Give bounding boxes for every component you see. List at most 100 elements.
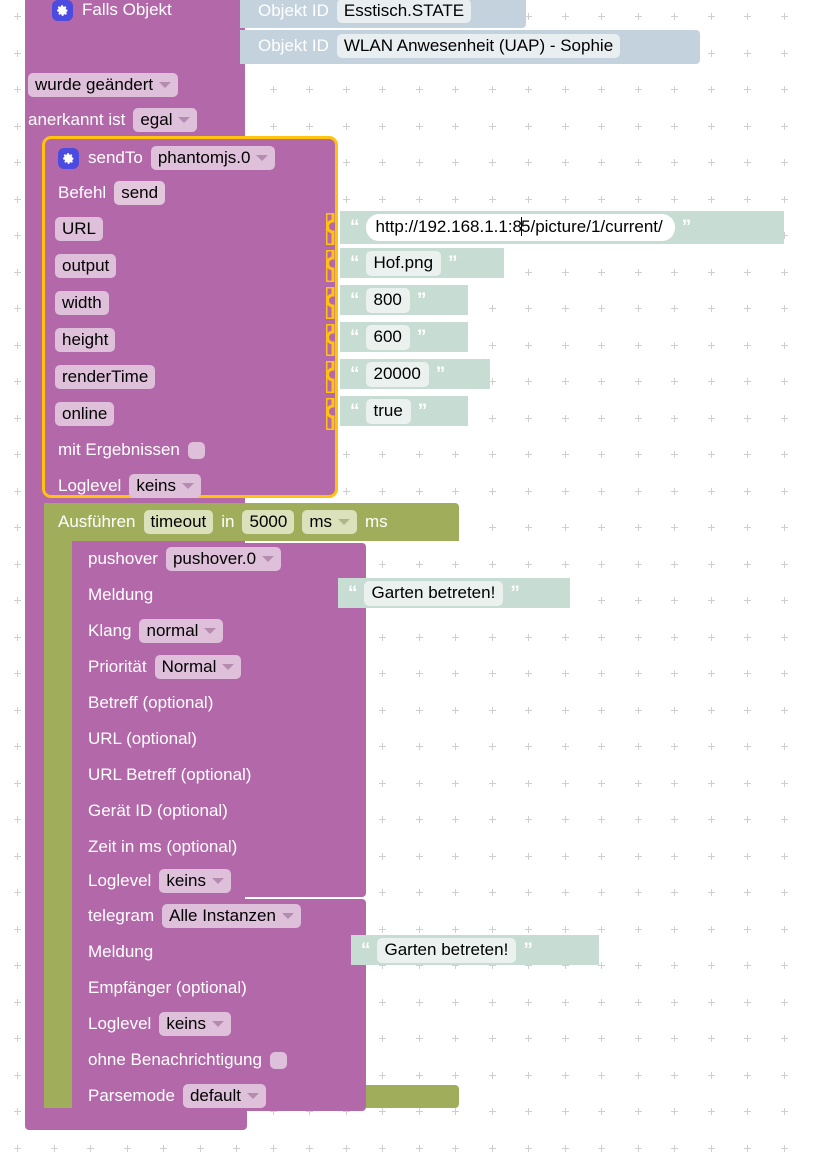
sendto-field-online: online: [55, 401, 115, 427]
string-value-rendertime[interactable]: 20000: [365, 361, 429, 387]
sendto-instance-dropdown[interactable]: phantomjs.0: [150, 146, 276, 170]
pushover-loglevel-label: Loglevel: [88, 871, 152, 890]
pushover-optional-label-3: Gerät ID (optional): [88, 801, 228, 820]
pushover-loglevel-value: keins: [166, 871, 207, 890]
pushover-header[interactable]: pushover pushover.0: [88, 546, 282, 572]
telegram-instance-dropdown[interactable]: Alle Instanzen: [162, 904, 301, 928]
string-block-online[interactable]: “ true ”: [340, 396, 468, 426]
string-value-output[interactable]: Hof.png: [365, 250, 442, 276]
string-block-output[interactable]: “ Hof.png ”: [340, 248, 504, 278]
sendto-socket-width[interactable]: [326, 287, 338, 319]
sendto-socket-url[interactable]: [326, 213, 338, 245]
sendto-field-output: output: [55, 253, 117, 279]
ack-dropdown[interactable]: egal: [133, 108, 198, 132]
chevron-down-icon: [178, 116, 191, 123]
sendto-with-results-label: mit Ergebnissen: [58, 440, 180, 459]
string-block-pushover-message[interactable]: “ Garten betreten! ”: [338, 578, 570, 608]
telegram-header[interactable]: telegram Alle Instanzen: [88, 903, 301, 929]
telegram-silent-checkbox[interactable]: [269, 1051, 287, 1069]
trigger-dropdown[interactable]: wurde geändert: [28, 73, 179, 97]
pushover-socket-1[interactable]: [327, 724, 339, 754]
object-id-value-1[interactable]: Esstisch.STATE: [336, 0, 472, 23]
telegram-parsemode-row[interactable]: Parsemode default: [88, 1083, 266, 1109]
pushover-priority-row[interactable]: Priorität Normal: [88, 654, 242, 680]
string-value-pushover-message[interactable]: Garten betreten!: [363, 580, 504, 606]
pushover-optional-row-0: Betreff (optional): [88, 690, 213, 716]
pushover-optional-row-4: Zeit in ms (optional): [88, 834, 237, 860]
quote-open-icon: “: [350, 289, 359, 311]
timeout-unit-dropdown[interactable]: ms: [302, 510, 357, 534]
sendto-socket-height[interactable]: [326, 324, 338, 356]
sendto-socket-online[interactable]: [326, 398, 338, 430]
object-id-value-2[interactable]: WLAN Anwesenheit (UAP) - Sophie: [336, 34, 621, 58]
quote-open-icon: “: [348, 582, 357, 604]
telegram-message-row: Meldung: [88, 939, 153, 965]
pushover-sound-value: normal: [146, 621, 199, 640]
quote-close-icon: ”: [523, 939, 532, 961]
pushover-optional-label-4: Zeit in ms (optional): [88, 837, 238, 856]
quote-close-icon: ”: [417, 400, 427, 422]
pushover-socket-2[interactable]: [327, 760, 339, 790]
timeout-unit-label: ms: [309, 512, 332, 531]
quote-open-icon: “: [350, 217, 359, 238]
sendto-socket-rendertime[interactable]: [326, 361, 338, 393]
object-id-row-1[interactable]: Objekt ID Esstisch.STATE: [258, 0, 472, 24]
ack-dropdown-label: egal: [140, 110, 173, 129]
ack-label: anerkannt ist: [28, 110, 126, 129]
string-block-rendertime[interactable]: “ 20000 ”: [340, 359, 490, 389]
quote-close-icon: ”: [448, 252, 457, 274]
sendto-loglevel-dropdown[interactable]: keins: [129, 474, 202, 498]
timeout-name-field[interactable]: timeout: [143, 510, 214, 534]
pushover-socket-3[interactable]: [327, 796, 339, 826]
string-value-url[interactable]: http://192.168.1.1:85/picture/1/current/: [365, 214, 675, 241]
telegram-block[interactable]: [72, 899, 366, 1111]
trigger-dropdown-label: wurde geändert: [35, 75, 154, 94]
telegram-parsemode-dropdown[interactable]: default: [182, 1084, 266, 1108]
sendto-header[interactable]: sendTo phantomjs.0: [58, 145, 276, 171]
chevron-down-icon: [256, 154, 269, 161]
pushover-socket-0[interactable]: [327, 688, 339, 718]
timeout-duration-field[interactable]: 5000: [242, 510, 295, 534]
string-value-telegram-message[interactable]: Garten betreten!: [376, 937, 517, 963]
pushover-priority-dropdown[interactable]: Normal: [154, 655, 242, 679]
pushover-sound-dropdown[interactable]: normal: [139, 619, 224, 643]
string-block-width[interactable]: “ 800 ”: [340, 285, 468, 315]
chevron-down-icon: [204, 627, 217, 634]
string-block-height[interactable]: “ 600 ”: [340, 322, 468, 352]
if-object-header[interactable]: Falls Objekt: [52, 0, 172, 23]
quote-open-icon: “: [361, 939, 370, 961]
gear-icon[interactable]: [52, 0, 73, 21]
sendto-socket-output[interactable]: [326, 250, 338, 282]
telegram-loglevel-dropdown[interactable]: keins: [159, 1012, 232, 1036]
gear-icon[interactable]: [58, 147, 79, 169]
telegram-loglevel-row[interactable]: Loglevel keins: [88, 1011, 232, 1037]
object-id-row-2[interactable]: Objekt ID WLAN Anwesenheit (UAP) - Sophi…: [258, 33, 621, 59]
pushover-optional-row-1: URL (optional): [88, 726, 197, 752]
telegram-recipient-row: Empfänger (optional): [88, 975, 247, 1001]
pushover-optional-row-2: URL Betreff (optional): [88, 762, 251, 788]
sendto-with-results-checkbox[interactable]: [187, 441, 205, 459]
pushover-instance-dropdown[interactable]: pushover.0: [165, 547, 282, 571]
string-block-url[interactable]: “ http://192.168.1.1:85/picture/1/curren…: [340, 211, 784, 244]
timeout-unit-suffix: ms: [364, 512, 388, 531]
string-value-width[interactable]: 800: [365, 287, 410, 313]
chevron-down-icon: [159, 81, 172, 88]
pushover-loglevel-row[interactable]: Loglevel keins: [88, 868, 232, 894]
if-object-title: Falls Objekt: [82, 0, 172, 19]
timeout-row[interactable]: Ausführen timeout in 5000 ms ms: [58, 509, 388, 535]
pushover-loglevel-dropdown[interactable]: keins: [159, 869, 232, 893]
sendto-field-url: URL: [55, 216, 104, 242]
telegram-silent-row[interactable]: ohne Benachrichtigung: [88, 1047, 287, 1073]
telegram-recipient-socket[interactable]: [327, 973, 339, 1003]
string-block-telegram-message[interactable]: “ Garten betreten! ”: [351, 935, 599, 965]
sendto-loglevel-row[interactable]: Loglevel keins: [58, 473, 202, 499]
ack-row[interactable]: anerkannt ist egal: [28, 107, 198, 133]
sendto-with-results-row[interactable]: mit Ergebnissen: [58, 437, 205, 463]
pushover-sound-row[interactable]: Klang normal: [88, 618, 224, 644]
trigger-row[interactable]: wurde geändert: [28, 72, 179, 98]
object-id-label-2: Objekt ID: [258, 36, 329, 55]
pushover-socket-4[interactable]: [327, 832, 339, 862]
string-value-height[interactable]: 600: [365, 324, 410, 350]
string-value-online[interactable]: true: [365, 398, 411, 424]
pushover-title: pushover: [88, 549, 158, 568]
